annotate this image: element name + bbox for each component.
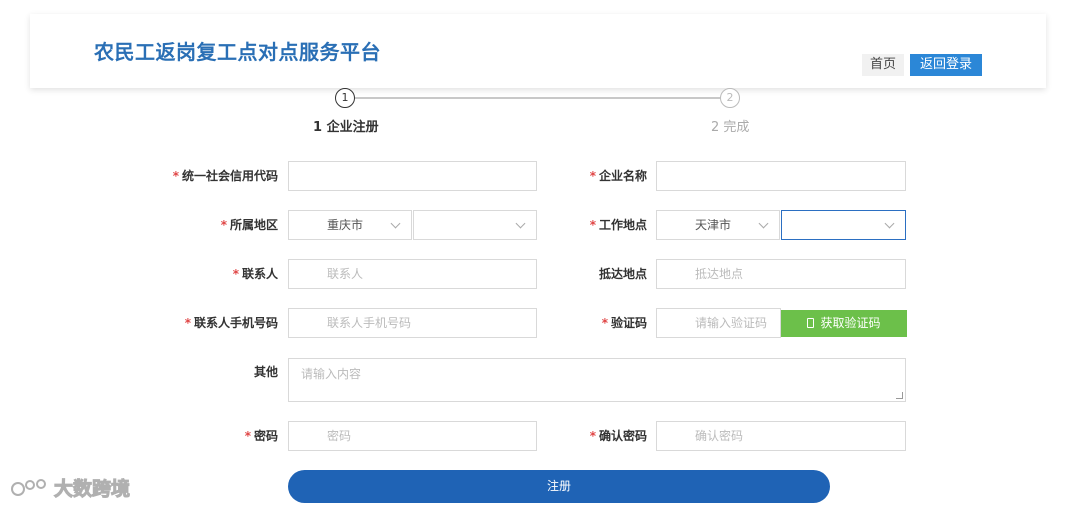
region-label: * 所属地区: [220, 218, 278, 232]
other-label: 其他: [253, 365, 278, 379]
header-nav: 首页 返回登录: [861, 54, 982, 76]
confirm-password-label: * 确认密码: [589, 429, 647, 443]
contact-label: * 联系人: [232, 267, 278, 281]
step-2-circle: 2: [720, 88, 740, 108]
work-district-select[interactable]: [781, 210, 906, 240]
credit-code-input[interactable]: [288, 161, 537, 191]
region-city-select[interactable]: 重庆市: [288, 210, 412, 240]
other-textarea[interactable]: 请输入内容: [288, 358, 906, 402]
chevron-down-icon: [884, 218, 895, 229]
brand-logo-icon: [11, 478, 46, 496]
get-verify-code-button[interactable]: 获取验证码: [781, 310, 907, 337]
chevron-down-icon: [758, 218, 769, 229]
company-name-label: * 企业名称: [589, 169, 647, 183]
company-name-input[interactable]: [656, 161, 906, 191]
credit-code-label: * 统一社会信用代码: [172, 169, 278, 183]
verify-code-input[interactable]: 请输入验证码: [656, 308, 781, 338]
confirm-password-input[interactable]: 确认密码: [656, 421, 906, 451]
site-title: 农民工返岗复工点对点服务平台: [94, 40, 381, 64]
password-label: * 密码: [244, 429, 278, 443]
home-link[interactable]: 首页: [861, 54, 904, 76]
step-indicator: 1 2 1 企业注册 2 完成: [0, 88, 1080, 138]
step-1-label: 1 企业注册: [313, 120, 379, 135]
register-button[interactable]: 注册: [288, 470, 830, 503]
contact-phone-label: * 联系人手机号码: [184, 316, 278, 330]
back-to-login-button[interactable]: 返回登录: [909, 54, 982, 76]
work-city-select[interactable]: 天津市: [656, 210, 780, 240]
work-location-label: * 工作地点: [589, 218, 647, 232]
chevron-down-icon: [390, 218, 401, 229]
phone-icon: [807, 318, 815, 328]
step-1-circle: 1: [335, 88, 355, 108]
password-input[interactable]: 密码: [288, 421, 537, 451]
verify-code-label: * 验证码: [601, 316, 647, 330]
watermark: 大数跨境: [10, 474, 131, 501]
arrival-location-label: 抵达地点: [598, 267, 647, 281]
header-bar: 农民工返岗复工点对点服务平台 首页 返回登录: [30, 14, 1046, 88]
step-2-label: 2 完成: [711, 120, 750, 135]
contact-input[interactable]: 联系人: [288, 259, 537, 289]
resize-handle-icon[interactable]: [896, 392, 903, 399]
arrival-location-input[interactable]: 抵达地点: [656, 259, 906, 289]
step-progress-line: [355, 97, 720, 99]
contact-phone-input[interactable]: 联系人手机号码: [288, 308, 537, 338]
